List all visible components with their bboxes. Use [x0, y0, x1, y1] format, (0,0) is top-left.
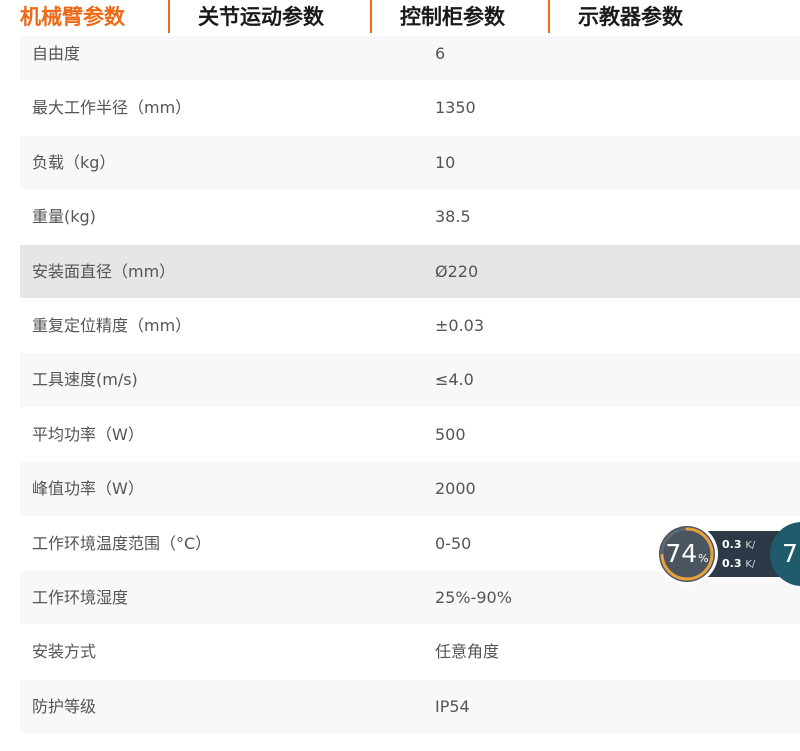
download-speed: ▼ 0.3 K/ — [709, 557, 755, 570]
tab-control-cabinet-params[interactable]: 控制柜参数 — [400, 0, 505, 36]
tab-joint-motion-params[interactable]: 关节运动参数 — [198, 0, 324, 36]
table-row: 负载（kg） 10 — [20, 135, 800, 191]
spec-key: 自由度 — [32, 44, 81, 63]
table-row: 平均功率（W） 500 — [20, 407, 800, 463]
spec-value: 10 — [435, 152, 456, 172]
table-row: 峰值功率（W） 2000 — [20, 462, 800, 517]
spec-key: 平均功率（W） — [32, 424, 144, 444]
table-row: 最大工作半径（mm） 1350 — [20, 81, 800, 136]
spec-key: 峰值功率（W） — [32, 479, 144, 499]
spec-value: 1350 — [435, 98, 476, 118]
spec-value: ±0.03 — [435, 315, 485, 335]
table-row: 重复定位精度（mm） ±0.03 — [20, 298, 800, 354]
table-row: 防护等级 IP54 — [20, 679, 800, 735]
spec-table: 自由度 6 最大工作半径（mm） 1350 负载（kg） 10 重量(kg) 3… — [20, 36, 800, 751]
spec-key: 重复定位精度（mm） — [32, 315, 192, 335]
second-ring-value: 7 — [782, 539, 798, 568]
spec-key: 工作环境湿度 — [32, 587, 129, 607]
spec-rows: 自由度 6 最大工作半径（mm） 1350 负载（kg） 10 重量(kg) 3… — [20, 36, 800, 735]
spec-value: 0-50 — [435, 533, 472, 553]
tab-divider — [370, 0, 372, 33]
spec-key: 负载（kg） — [32, 152, 116, 172]
spec-key: 安装方式 — [32, 642, 97, 662]
table-row: 安装方式 任意角度 — [20, 625, 800, 680]
spec-value: 2000 — [435, 479, 476, 499]
tab-arm-params[interactable]: 机械臂参数 — [20, 0, 125, 36]
spec-value: 25%-90% — [435, 587, 512, 607]
spec-key: 最大工作半径（mm） — [32, 98, 192, 118]
spec-key: 安装面直径（mm） — [32, 261, 176, 281]
usage-value: 74% — [665, 539, 709, 568]
tab-divider — [548, 0, 550, 33]
usage-ring[interactable]: 74% — [655, 522, 719, 586]
table-row: 重量(kg) 38.5 — [20, 190, 800, 245]
spec-key: 工具速度(m/s) — [32, 370, 138, 390]
tab-bar: 机械臂参数 关节运动参数 控制柜参数 示教器参数 — [0, 0, 800, 36]
spec-value: ≤4.0 — [435, 370, 474, 390]
spec-value: 500 — [435, 424, 466, 444]
tab-divider — [168, 0, 170, 33]
upload-speed: ▲ 0.3 K/ — [709, 538, 755, 551]
table-row-highlighted: 安装面直径（mm） Ø220 — [20, 244, 800, 299]
spec-value: Ø220 — [435, 261, 479, 281]
table-row: 工具速度(m/s) ≤4.0 — [20, 353, 800, 408]
spec-key: 防护等级 — [32, 696, 97, 716]
spec-value: 任意角度 — [435, 642, 500, 662]
table-row: 自由度 6 — [20, 36, 800, 82]
spec-key: 工作环境温度范围（°C） — [32, 533, 212, 553]
spec-value: 6 — [435, 44, 446, 63]
spec-value: 38.5 — [435, 207, 471, 227]
spec-value: IP54 — [435, 696, 470, 716]
tab-teach-pendant-params[interactable]: 示教器参数 — [578, 0, 683, 36]
spec-key: 重量(kg) — [32, 207, 96, 227]
network-monitor-widget[interactable]: ▲ 0.3 K/ ▼ 0.3 K/ 74% 7 — [652, 518, 800, 590]
